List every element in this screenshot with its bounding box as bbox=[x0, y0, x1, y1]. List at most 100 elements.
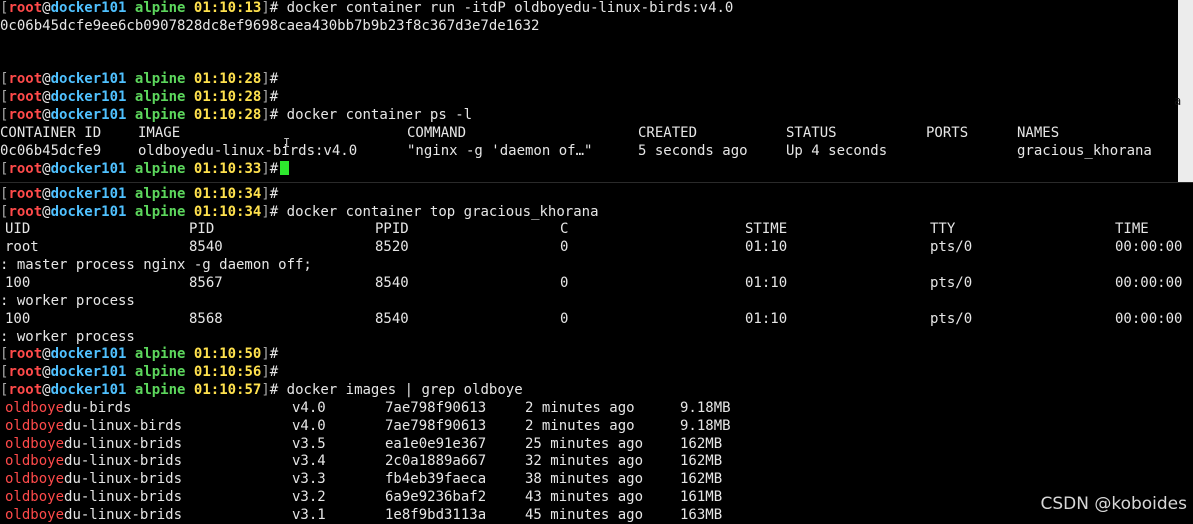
process-pid: 8567 bbox=[189, 275, 223, 291]
prompt-host: docker101 bbox=[50, 346, 127, 362]
prompt-user: root bbox=[8, 107, 43, 123]
image-repository: oldboyedu-linux-brids bbox=[5, 488, 182, 506]
command-text: # docker container run -itdP oldboyedu-l… bbox=[269, 0, 734, 16]
image-size: 161MB bbox=[680, 489, 723, 505]
grep-match: oldboye bbox=[5, 489, 65, 505]
ps-cell-created: 5 seconds ago bbox=[638, 143, 748, 159]
process-tty: pts/0 bbox=[930, 275, 973, 291]
image-repository: oldboyedu-linux-birds bbox=[5, 417, 182, 435]
ps-header-status: STATUS bbox=[786, 125, 837, 141]
image-size: 162MB bbox=[680, 453, 723, 470]
prompt-at: @ bbox=[42, 0, 51, 16]
prompt-user: root bbox=[8, 161, 43, 177]
terminal-cursor bbox=[280, 161, 290, 175]
process-time: 00:00:00 bbox=[1115, 311, 1183, 327]
image-created: 25 minutes ago bbox=[525, 435, 644, 452]
ps-header-command: COMMAND bbox=[407, 125, 467, 141]
image-id: ea1e0e91e367 bbox=[385, 435, 487, 452]
image-repository: oldboyedu-linux-brids bbox=[5, 470, 182, 488]
ps-cell-command: "nginx -g 'daemon of…" bbox=[407, 143, 593, 159]
ps-cell-image: oldboyedu-linux-birds:v4.0 bbox=[138, 143, 358, 159]
ps-header-container_id: CONTAINER ID bbox=[0, 125, 102, 141]
process-cmd-line: : worker process bbox=[0, 292, 135, 310]
image-size: 163MB bbox=[680, 506, 723, 523]
image-id: 7ae798f90613 bbox=[385, 417, 487, 434]
prompt-line-images: [root@docker101 alpine 01:10:57]# docker… bbox=[0, 381, 523, 399]
process-tty: pts/0 bbox=[930, 311, 973, 327]
process-cmd: : worker process bbox=[0, 293, 135, 309]
image-size: 9.18MB bbox=[680, 417, 731, 434]
prompt-at: @ bbox=[42, 204, 51, 220]
grep-match: oldboye bbox=[5, 471, 65, 488]
prompt-dir: alpine bbox=[134, 161, 186, 177]
prompt-time: 01:10:34 bbox=[193, 186, 262, 202]
grep-match: oldboye bbox=[5, 435, 65, 452]
image-id: 1e8f9bd3113a bbox=[385, 506, 487, 523]
repository-rest: du-linux-brids bbox=[64, 435, 183, 452]
prompt-user: root bbox=[8, 382, 43, 398]
container-hash: 0c06b45dcfe9ee6cb0907828dc8ef9698caea430… bbox=[0, 18, 540, 34]
prompt-at: @ bbox=[42, 71, 51, 87]
background-window-text: a bbox=[1174, 94, 1182, 108]
process-cmd: : master process nginx -g daemon off; bbox=[0, 257, 312, 273]
prompt-user: root bbox=[8, 346, 43, 362]
image-size: 9.18MB bbox=[680, 400, 731, 416]
prompt-bracket: ] bbox=[261, 0, 270, 16]
prompt-time: 01:10:13 bbox=[193, 0, 262, 16]
process-cmd-line: : worker process bbox=[0, 328, 135, 346]
text-cursor-ibeam-icon: I bbox=[283, 136, 291, 150]
top-header-tty: TTY bbox=[930, 221, 956, 237]
image-tag: v3.4 bbox=[292, 453, 326, 470]
process-uid: root bbox=[5, 239, 39, 255]
image-id: 2c0a1889a667 bbox=[385, 453, 487, 470]
prompt-line-blank: [root@docker101 alpine 01:10:34]# bbox=[0, 185, 278, 203]
watermark: CSDN @koboides bbox=[1040, 494, 1187, 514]
command-text: # bbox=[269, 186, 279, 202]
prompt-line-blank: [root@docker101 alpine 01:10:28]# bbox=[0, 70, 278, 88]
command-text: # bbox=[269, 364, 279, 380]
ps-header-names: NAMES bbox=[1017, 125, 1060, 141]
image-tag: v4.0 bbox=[292, 400, 326, 416]
prompt-dir: alpine bbox=[134, 0, 186, 16]
process-c: 0 bbox=[560, 275, 569, 291]
image-repository: oldboyedu-birds bbox=[5, 399, 131, 417]
image-tag: v3.3 bbox=[292, 471, 326, 488]
prompt-line-run: [root@docker101 alpine 01:10:13]# docker… bbox=[0, 0, 733, 17]
top-header-time: TIME bbox=[1115, 221, 1149, 237]
prompt-host: docker101 bbox=[50, 89, 127, 105]
process-uid: 100 bbox=[5, 275, 31, 291]
process-ppid: 8520 bbox=[375, 239, 409, 255]
image-size: 162MB bbox=[680, 435, 723, 452]
prompt-at: @ bbox=[42, 346, 51, 362]
repository-rest: du-linux-birds bbox=[64, 417, 183, 434]
prompt-dir: alpine bbox=[134, 71, 186, 87]
process-c: 0 bbox=[560, 239, 569, 255]
command-text: # bbox=[269, 71, 279, 87]
process-stime: 01:10 bbox=[745, 311, 788, 327]
grep-match: oldboye bbox=[5, 417, 65, 434]
image-id: 7ae798f90613 bbox=[385, 400, 487, 416]
top-header-pid: PID bbox=[189, 221, 215, 237]
prompt-bracket: ] bbox=[261, 364, 270, 380]
command-text: # bbox=[269, 346, 279, 362]
prompt-line-cursor: [root@docker101 alpine 01:10:33]# bbox=[0, 160, 290, 178]
prompt-time: 01:10:50 bbox=[193, 346, 262, 362]
prompt-bracket: ] bbox=[261, 382, 270, 398]
ps-header-created: CREATED bbox=[638, 125, 698, 141]
image-id: fb4eb39faeca bbox=[385, 471, 487, 488]
image-tag: v3.2 bbox=[292, 489, 326, 505]
prompt-user: root bbox=[8, 71, 43, 87]
prompt-bracket: ] bbox=[261, 346, 270, 362]
prompt-dir: alpine bbox=[134, 346, 186, 362]
